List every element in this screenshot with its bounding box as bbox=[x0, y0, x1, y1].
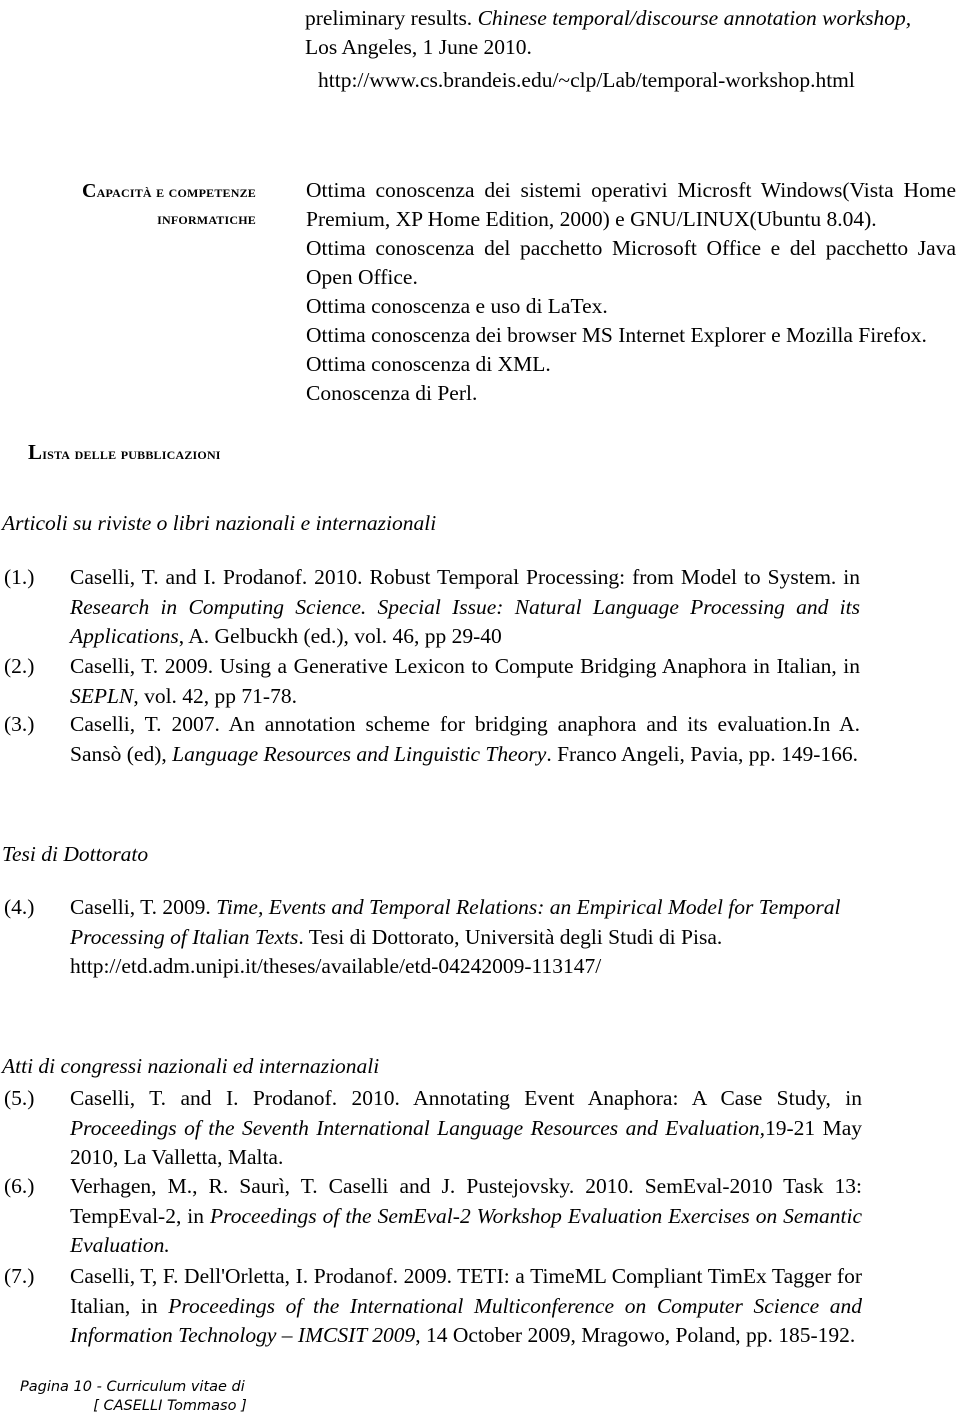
publication-text: Caselli, T. and I. Prodanof. 2010. Robus… bbox=[70, 565, 860, 648]
publication-entry: (2.) Caselli, T. 2009. Using a Generativ… bbox=[4, 652, 860, 711]
skill-item: Ottima conoscenza dei sistemi operativi … bbox=[306, 178, 956, 231]
publication-entry: (5.) Caselli, T. and I. Prodanof. 2010. … bbox=[4, 1084, 862, 1173]
publication-entry: (6.) Verhagen, M., R. Saurì, T. Caselli … bbox=[4, 1172, 862, 1261]
publication-number: (5.) bbox=[4, 1086, 35, 1110]
skill-item: Ottima conoscenza di XML. bbox=[306, 352, 551, 376]
group-heading-tesi: Tesi di Dottorato bbox=[2, 842, 149, 866]
group-heading-atti: Atti di congressi nazionali ed internazi… bbox=[2, 1054, 380, 1078]
publication-text: Caselli, T. 2009. Using a Generative Lex… bbox=[70, 654, 860, 708]
skill-item: Ottima conoscenza del pacchetto Microsof… bbox=[306, 236, 956, 289]
skill-item: Ottima conoscenza dei browser MS Interne… bbox=[306, 323, 927, 347]
footer-line-2: [ CASELLI Tommaso ] bbox=[93, 1398, 247, 1414]
publication-text: Caselli, T, F. Dell'Orletta, I. Prodanof… bbox=[70, 1264, 863, 1347]
publication-number: (2.) bbox=[4, 654, 35, 678]
skills-label-initial: C bbox=[81, 180, 97, 202]
publication-entry: (1.) Caselli, T. and I. Prodanof. 2010. … bbox=[4, 563, 860, 652]
publication-number: (7.) bbox=[4, 1264, 35, 1288]
page-footer: Pagina 10 - Curriculum vitae di [ CASELL… bbox=[20, 1378, 320, 1416]
publication-text: Verhagen, M., R. Saurì, T. Caselli and J… bbox=[70, 1174, 862, 1257]
skills-section-label: Capacità e competenze informatiche bbox=[30, 178, 256, 232]
publication-number: (6.) bbox=[4, 1174, 35, 1198]
publication-text: Caselli, T. and I. Prodanof. 2010. Annot… bbox=[70, 1086, 862, 1169]
publication-text: Caselli, T. 2007. An annotation scheme f… bbox=[70, 712, 860, 766]
top-continuation-italic: Chinese temporal/discourse annotation wo… bbox=[477, 6, 912, 30]
skills-label-line2: informatiche bbox=[157, 209, 256, 228]
publication-entry: (3.) Caselli, T. 2007. An annotation sch… bbox=[4, 710, 860, 769]
workshop-url[interactable]: http://www.cs.brandeis.edu/~clp/Lab/temp… bbox=[318, 66, 948, 95]
top-continuation-paragraph: preliminary results. Chinese temporal/di… bbox=[305, 4, 955, 62]
skill-item: Ottima conoscenza e uso di LaTex. bbox=[306, 294, 608, 318]
publication-number: (4.) bbox=[4, 895, 35, 919]
publication-number: (1.) bbox=[4, 565, 35, 589]
top-continuation-plain: preliminary results. bbox=[305, 6, 478, 30]
skills-label-line1: apacità e competenze bbox=[96, 182, 256, 201]
group-heading-articoli: Articoli su riviste o libri nazionali e … bbox=[2, 511, 437, 535]
publication-number: (3.) bbox=[4, 712, 35, 736]
publication-text: Caselli, T. 2009. Time, Events and Tempo… bbox=[70, 895, 841, 978]
publication-entry: (4.) Caselli, T. 2009. Time, Events and … bbox=[4, 893, 860, 982]
skills-section-body: Ottima conoscenza dei sistemi operativi … bbox=[306, 176, 956, 408]
footer-line-1: Pagina 10 - Curriculum vitae di bbox=[20, 1379, 245, 1395]
cv-page: preliminary results. Chinese temporal/di… bbox=[0, 0, 960, 1419]
skill-item: Conoscenza di Perl. bbox=[306, 381, 478, 405]
publications-heading-rest: ista delle pubblicazioni bbox=[42, 444, 221, 463]
top-continuation-line2: Los Angeles, 1 June 2010. bbox=[305, 35, 532, 59]
publications-section-heading: Lista delle pubblicazioni bbox=[28, 440, 221, 465]
publication-entry: (7.) Caselli, T, F. Dell'Orletta, I. Pro… bbox=[4, 1262, 862, 1351]
publications-heading-initial: L bbox=[28, 440, 43, 464]
